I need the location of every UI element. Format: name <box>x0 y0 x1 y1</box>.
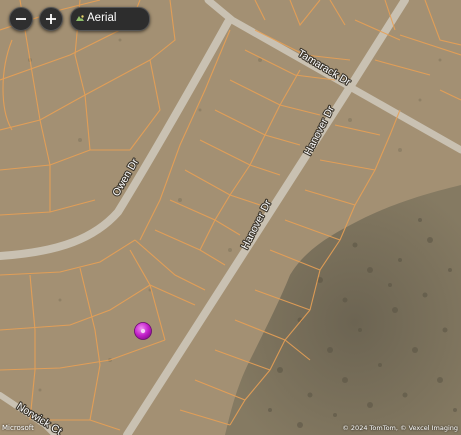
map-style-label: Aerial <box>87 12 117 24</box>
map-attribution[interactable]: © 2024 TomTom, © Vexcel Imaging <box>342 424 458 432</box>
zoom-in-button[interactable] <box>39 7 63 31</box>
aerial-map[interactable]: Tamarack Dr Hanover Dr Hanover Dr Owen D… <box>0 0 461 435</box>
aerial-layer-icon <box>76 15 84 21</box>
microsoft-logo: Microsoft <box>2 424 34 432</box>
map-style-selector[interactable]: Aerial <box>70 7 150 31</box>
minus-icon <box>16 18 26 20</box>
plus-icon <box>46 14 56 24</box>
location-marker[interactable] <box>134 322 152 340</box>
zoom-out-button[interactable] <box>9 7 33 31</box>
